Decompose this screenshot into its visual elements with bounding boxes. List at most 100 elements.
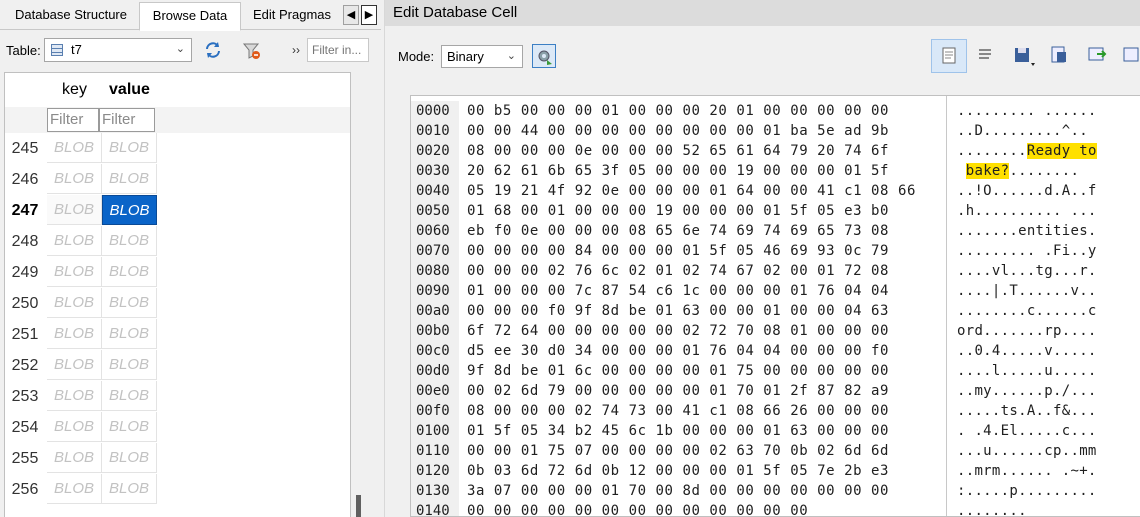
hex-bytes: 00 00 00 00 00 00 00 00 00 00 00 00 00 [467,503,809,517]
value-cell[interactable]: BLOB [102,164,157,194]
hex-ascii: .h.......... ... [957,203,1097,219]
hex-line: 0130 3a 07 00 00 00 01 70 00 8d 00 00 00 … [411,481,1140,501]
row-number[interactable]: 246 [5,164,45,195]
hex-offset: 00a0 [416,303,450,319]
table-row[interactable]: 252 BLOB BLOB [5,350,350,381]
hex-bytes: 0b 03 6d 72 6d 0b 12 00 00 00 01 5f 05 7… [467,463,889,479]
hex-offset: 0120 [416,463,450,479]
value-cell[interactable]: BLOB [102,195,157,225]
table-row[interactable]: 251 BLOB BLOB [5,319,350,350]
key-cell[interactable]: BLOB [47,381,102,411]
grid-scrollbar[interactable] [351,72,365,517]
value-cell[interactable]: BLOB [102,474,157,504]
tab-edit-pragmas[interactable]: Edit Pragmas [242,2,342,28]
save-icon[interactable] [1005,39,1041,73]
table-row[interactable]: 253 BLOB BLOB [5,381,350,412]
tab-scroll-right-icon[interactable]: ▶ [361,5,377,25]
hex-line: 00d0 9f 8d be 01 6c 00 00 00 00 01 75 00 … [411,361,1140,381]
table-row[interactable]: 246 BLOB BLOB [5,164,350,195]
key-cell[interactable]: BLOB [47,350,102,380]
table-row[interactable]: 245 BLOB BLOB [5,133,350,164]
row-number[interactable]: 249 [5,257,45,288]
hex-bytes: d5 ee 30 d0 34 00 00 00 01 76 04 04 00 0… [467,343,889,359]
key-cell[interactable]: BLOB [47,474,102,504]
more-chevrons-icon[interactable]: ›› [292,43,300,57]
tab-database-structure[interactable]: Database Structure [4,2,138,28]
table-row[interactable]: 247 BLOB BLOB [5,195,350,226]
key-cell[interactable]: BLOB [47,288,102,318]
mode-label: Mode: [398,49,435,64]
key-cell[interactable]: BLOB [47,412,102,442]
key-cell[interactable]: BLOB [47,195,102,225]
filter-key-input[interactable]: Filter [47,108,99,132]
mode-select-value: Binary [447,49,484,64]
hex-offset: 0090 [416,283,450,299]
hex-ascii: .....ts.A..f&... [957,403,1097,419]
apply-icon[interactable] [1116,39,1140,73]
row-number[interactable]: 245 [5,133,45,164]
value-cell[interactable]: BLOB [102,133,157,163]
hex-ascii: ...u......cp..mm [957,443,1097,459]
table-select[interactable]: t7 ⌄ [44,38,192,62]
key-cell[interactable]: BLOB [47,319,102,349]
value-cell[interactable]: BLOB [102,288,157,318]
row-number[interactable]: 250 [5,288,45,319]
tab-browse-data[interactable]: Browse Data [139,2,241,31]
row-number[interactable]: 254 [5,412,45,443]
row-number[interactable]: 255 [5,443,45,474]
table-row[interactable]: 249 BLOB BLOB [5,257,350,288]
table-row[interactable]: 255 BLOB BLOB [5,443,350,474]
key-cell[interactable]: BLOB [47,443,102,473]
value-cell[interactable]: BLOB [102,350,157,380]
hex-line: 00a0 00 00 00 f0 9f 8d be 01 63 00 00 01 … [411,301,1140,321]
table-row[interactable]: 250 BLOB BLOB [5,288,350,319]
hex-ascii: .......entities. [957,223,1097,239]
value-cell[interactable]: BLOB [102,257,157,287]
hex-offset: 0020 [416,143,450,159]
auto-switch-mode-button[interactable] [532,44,556,68]
row-number[interactable]: 248 [5,226,45,257]
hex-ascii: ..D.........^.. [957,123,1088,139]
value-cell[interactable]: BLOB [102,381,157,411]
word-wrap-button[interactable] [968,39,1004,73]
hex-bytes: 00 00 44 00 00 00 00 00 00 00 00 01 ba 5… [467,123,889,139]
hex-ascii: ......... ...... [957,103,1097,119]
table-row[interactable]: 248 BLOB BLOB [5,226,350,257]
row-number[interactable]: 256 [5,474,45,505]
tab-scroll-left-icon[interactable]: ◀ [343,5,359,25]
key-cell[interactable]: BLOB [47,226,102,256]
key-cell[interactable]: BLOB [47,133,102,163]
refresh-icon[interactable] [203,40,223,60]
column-header-value[interactable]: value [102,73,157,107]
import-icon[interactable] [1079,39,1115,73]
clear-filters-icon[interactable] [242,41,262,61]
grid-scrollbar-thumb[interactable] [356,495,361,517]
hex-offset: 0140 [416,503,450,517]
value-cell[interactable]: BLOB [102,319,157,349]
hex-bytes: 6f 72 64 00 00 00 00 00 02 72 70 08 01 0… [467,323,889,339]
column-header-key[interactable]: key [47,73,102,107]
key-cell[interactable]: BLOB [47,257,102,287]
text-mode-button[interactable] [931,39,967,73]
table-row[interactable]: 254 BLOB BLOB [5,412,350,443]
hex-bytes: 08 00 00 00 02 74 73 00 41 c1 08 66 26 0… [467,403,889,419]
filter-value-input[interactable]: Filter [99,108,155,132]
chevron-down-icon: ⌄ [175,43,185,55]
value-cell[interactable]: BLOB [102,412,157,442]
table-row[interactable]: 256 BLOB BLOB [5,474,350,505]
row-number[interactable]: 251 [5,319,45,350]
hex-editor[interactable]: 0000 00 b5 00 00 00 01 00 00 00 20 01 00 … [410,95,1140,517]
hex-bytes: 00 02 6d 79 00 00 00 00 00 01 70 01 2f 8… [467,383,889,399]
row-number[interactable]: 252 [5,350,45,381]
row-number[interactable]: 247 [5,195,45,226]
hex-ascii: ..my......p./... [957,383,1097,399]
row-number[interactable]: 253 [5,381,45,412]
filter-in-input[interactable] [307,38,369,62]
export-icon[interactable] [1042,39,1078,73]
value-cell[interactable]: BLOB [102,226,157,256]
key-cell[interactable]: BLOB [47,164,102,194]
hex-line: 0140 00 00 00 00 00 00 00 00 00 00 00 00 … [411,501,1140,517]
mode-select[interactable]: Binary ⌄ [441,45,523,68]
value-cell[interactable]: BLOB [102,443,157,473]
hex-offset: 0070 [416,243,450,259]
